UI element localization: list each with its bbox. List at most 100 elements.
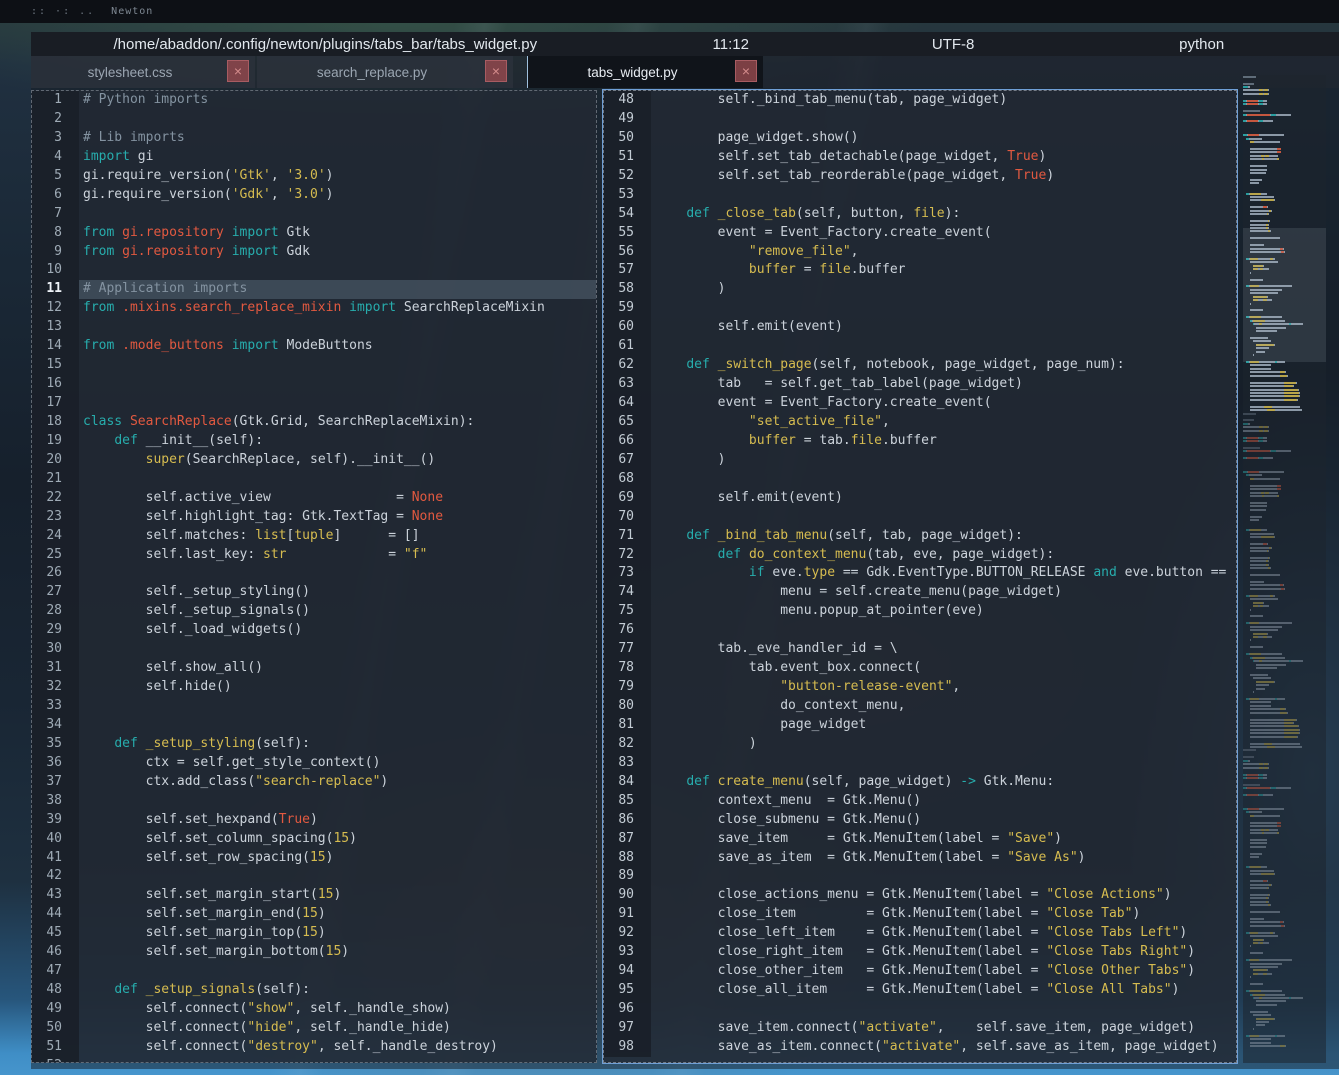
- code-text: [79, 261, 596, 280]
- code-line: 42: [32, 867, 596, 886]
- code-text: # Lib imports: [79, 129, 596, 148]
- code-text: close_actions_menu = Gtk.MenuItem(label …: [651, 886, 1236, 905]
- code-text: close_item = Gtk.MenuItem(label = "Close…: [651, 905, 1236, 924]
- code-text: buffer = tab.file.buffer: [651, 432, 1236, 451]
- line-number: 82: [604, 735, 651, 754]
- line-number: 57: [604, 261, 651, 280]
- code-text: [79, 564, 596, 583]
- code-line: 25 self.last_key: str = "f": [32, 546, 596, 565]
- code-line: 68: [604, 470, 1236, 489]
- line-number: 3: [32, 129, 79, 148]
- line-number: 47: [32, 962, 79, 981]
- code-text: self.emit(event): [651, 318, 1236, 337]
- code-line: 35 def _setup_styling(self):: [32, 735, 596, 754]
- code-line: 22 self.active_view = None: [32, 489, 596, 508]
- line-number: 28: [32, 602, 79, 621]
- line-number: 78: [604, 659, 651, 678]
- code-line: 81 page_widget: [604, 716, 1236, 735]
- code-line: 9from gi.repository import Gdk: [32, 243, 596, 262]
- code-text: super(SearchReplace, self).__init__(): [79, 451, 596, 470]
- line-number: 49: [32, 1000, 79, 1019]
- line-number: 26: [32, 564, 79, 583]
- code-line: 71 def _bind_tab_menu(self, tab, page_wi…: [604, 527, 1236, 546]
- line-number: 44: [32, 905, 79, 924]
- code-text: [651, 299, 1236, 318]
- code-text: self._bind_tab_menu(tab, page_widget): [651, 91, 1236, 110]
- editor-pane-left[interactable]: 1# Python imports23# Lib imports4import …: [31, 90, 597, 1063]
- line-number: 48: [604, 91, 651, 110]
- header-bar: /home/abaddon/.config/newton/plugins/tab…: [31, 32, 1339, 56]
- line-number: 79: [604, 678, 651, 697]
- code-text: from .mode_buttons import ModeButtons: [79, 337, 596, 356]
- line-number: 90: [604, 886, 651, 905]
- tab-search_replace.py[interactable]: search_replace.py×: [257, 56, 513, 88]
- line-number: 84: [604, 773, 651, 792]
- line-number: 85: [604, 792, 651, 811]
- window-title: Newton: [111, 6, 153, 17]
- code-text: def _setup_styling(self):: [79, 735, 596, 754]
- code-line: 36 ctx = self.get_style_context(): [32, 754, 596, 773]
- code-text: def _switch_page(self, notebook, page_wi…: [651, 356, 1236, 375]
- code-line: 57 buffer = file.buffer: [604, 261, 1236, 280]
- code-line: 58 ): [604, 280, 1236, 299]
- tab-stylesheet.css[interactable]: stylesheet.css×: [31, 56, 255, 88]
- line-number: 49: [604, 110, 651, 129]
- line-number: 67: [604, 451, 651, 470]
- code-line: 34: [32, 716, 596, 735]
- code-line: 50 self.connect("hide", self._handle_hid…: [32, 1019, 596, 1038]
- file-path: /home/abaddon/.config/newton/plugins/tab…: [31, 36, 620, 53]
- code-line: 66 buffer = tab.file.buffer: [604, 432, 1236, 451]
- tab-close-button[interactable]: ×: [227, 60, 249, 82]
- line-number: 73: [604, 564, 651, 583]
- code-line: 11# Application imports: [32, 280, 596, 299]
- code-line: 60 self.emit(event): [604, 318, 1236, 337]
- line-number: 45: [32, 924, 79, 943]
- line-number: 64: [604, 394, 651, 413]
- line-number: 42: [32, 867, 79, 886]
- line-number: 38: [32, 792, 79, 811]
- code-line: 56 "remove_file",: [604, 243, 1236, 262]
- line-number: 17: [32, 394, 79, 413]
- code-text: close_all_item = Gtk.MenuItem(label = "C…: [651, 981, 1236, 1000]
- minimap[interactable]: [1243, 75, 1326, 1063]
- line-number: 8: [32, 224, 79, 243]
- line-number: 5: [32, 167, 79, 186]
- line-number: 25: [32, 546, 79, 565]
- code-line: 52: [32, 1057, 596, 1063]
- tab-tabs_widget.py[interactable]: tabs_widget.py ×: [527, 56, 763, 88]
- titlebar: :: ·: .. Newton: [0, 0, 1339, 23]
- line-number: 81: [604, 716, 651, 735]
- code-text: gi.require_version('Gtk', '3.0'): [79, 167, 596, 186]
- tab-label: tabs_widget.py: [587, 65, 703, 80]
- code-text: self.connect("hide", self._handle_hide): [79, 1019, 596, 1038]
- line-number: 96: [604, 1000, 651, 1019]
- code-text: [79, 110, 596, 129]
- line-number: 51: [604, 148, 651, 167]
- code-text: [79, 640, 596, 659]
- line-number: 52: [32, 1057, 79, 1063]
- code-text: [79, 962, 596, 981]
- line-number: 13: [32, 318, 79, 337]
- code-line: 70: [604, 508, 1236, 527]
- code-text: [651, 508, 1236, 527]
- code-text: ): [651, 280, 1236, 299]
- code-text: [79, 1057, 596, 1063]
- code-text: save_item.connect("activate", self.save_…: [651, 1019, 1236, 1038]
- editor-pane-right[interactable]: 48 self._bind_tab_menu(tab, page_widget)…: [603, 90, 1237, 1063]
- code-text: save_as_item = Gtk.MenuItem(label = "Sav…: [651, 849, 1236, 868]
- code-line: 18class SearchReplace(Gtk.Grid, SearchRe…: [32, 413, 596, 432]
- line-number: 98: [604, 1038, 651, 1057]
- code-line: 92 close_left_item = Gtk.MenuItem(label …: [604, 924, 1236, 943]
- minimap-viewport[interactable]: [1243, 228, 1326, 362]
- code-text: close_right_item = Gtk.MenuItem(label = …: [651, 943, 1236, 962]
- line-number: 12: [32, 299, 79, 318]
- tab-close-button[interactable]: ×: [485, 60, 507, 82]
- line-number: 11: [32, 280, 79, 299]
- code-line: 30: [32, 640, 596, 659]
- code-line: 55 event = Event_Factory.create_event(: [604, 224, 1236, 243]
- code-line: 24 self.matches: list[tuple] = []: [32, 527, 596, 546]
- tab-close-button[interactable]: ×: [735, 60, 757, 82]
- line-number: 61: [604, 337, 651, 356]
- line-number: 75: [604, 602, 651, 621]
- line-number: 50: [604, 129, 651, 148]
